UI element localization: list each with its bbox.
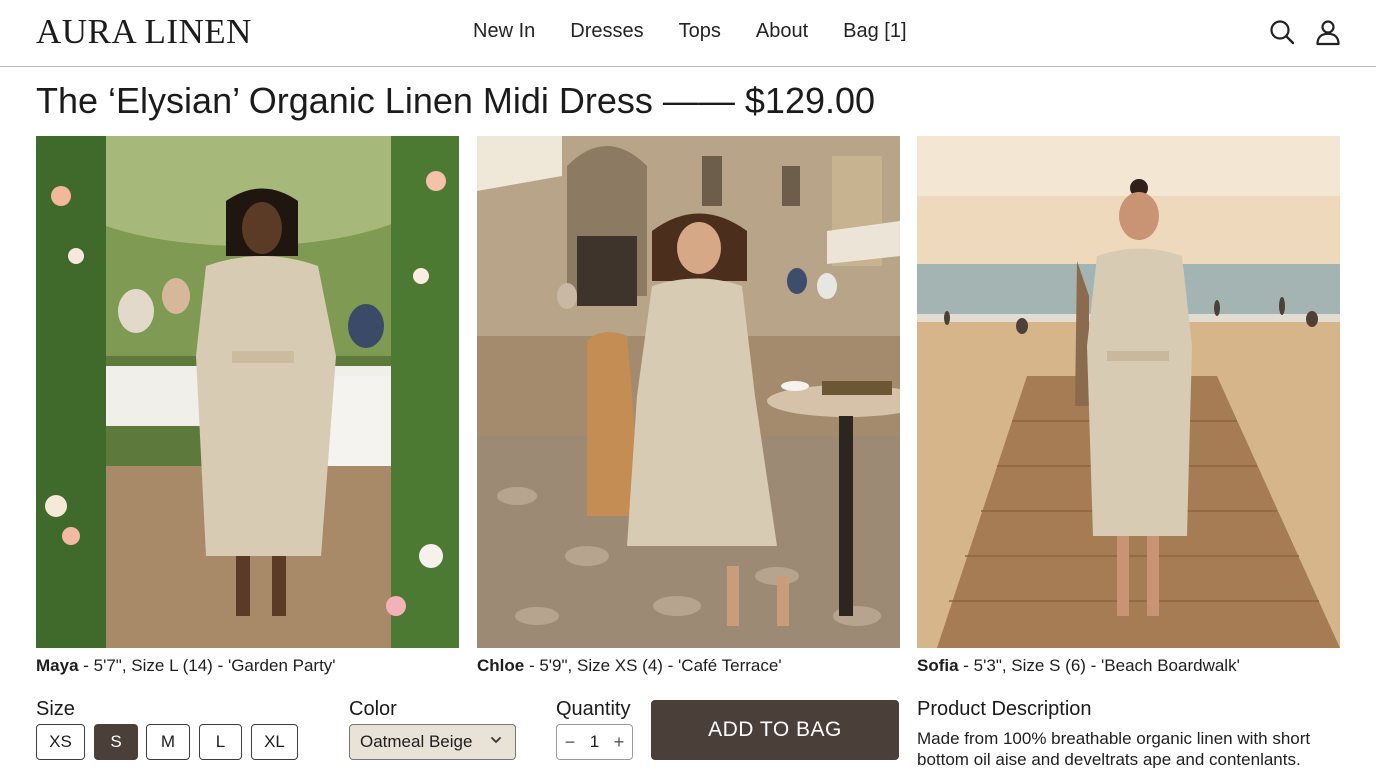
- size-option-xl[interactable]: XL: [251, 724, 298, 760]
- size-label: Size: [36, 698, 75, 720]
- caption-details: - 5'9", Size XS (4) - 'Café Terrace': [524, 656, 782, 675]
- color-select-value: Oatmeal Beige: [360, 732, 473, 751]
- product-photo-garden-party[interactable]: [36, 136, 459, 648]
- size-option-m[interactable]: M: [146, 724, 190, 760]
- color-label: Color: [349, 698, 397, 720]
- caption-model-name: Sofia: [917, 656, 959, 675]
- search-icon[interactable]: [1268, 18, 1296, 46]
- quantity-decrease-button[interactable]: −: [563, 732, 577, 753]
- caption-details: - 5'3", Size S (6) - 'Beach Boardwalk': [958, 656, 1240, 675]
- quantity-stepper: − 1 +: [556, 724, 633, 760]
- nav-item-new-in[interactable]: New In: [473, 20, 535, 43]
- brand-logo[interactable]: AURA LINEN: [36, 12, 252, 52]
- quantity-increase-button[interactable]: +: [612, 732, 626, 753]
- quantity-value[interactable]: 1: [590, 732, 599, 752]
- size-option-s[interactable]: S: [94, 724, 138, 760]
- product-photo-beach-boardwalk[interactable]: [917, 136, 1340, 648]
- add-to-bag-button[interactable]: ADD TO BAG: [651, 700, 899, 760]
- caption-model-name: Chloe: [477, 656, 525, 675]
- caption-model-name: Maya: [36, 656, 79, 675]
- quantity-label: Quantity: [556, 698, 631, 720]
- nav-item-dresses[interactable]: Dresses: [570, 20, 643, 43]
- photo-caption-3: Sofia - 5'3", Size S (6) - 'Beach Boardw…: [917, 656, 1240, 676]
- main-nav: New In Dresses Tops About Bag [1]: [473, 20, 942, 43]
- product-photo-cafe-terrace[interactable]: [477, 136, 900, 648]
- user-icon[interactable]: [1314, 18, 1342, 46]
- chevron-down-icon: [491, 737, 501, 743]
- nav-item-tops[interactable]: Tops: [679, 20, 721, 43]
- nav-item-bag[interactable]: Bag [1]: [843, 20, 906, 43]
- product-title: The ‘Elysian’ Organic Linen Midi Dress —…: [36, 80, 876, 121]
- site-header: AURA LINEN New In Dresses Tops About Bag…: [0, 0, 1376, 67]
- size-option-l[interactable]: L: [199, 724, 242, 760]
- photo-caption-2: Chloe - 5'9", Size XS (4) - 'Café Terrac…: [477, 656, 782, 676]
- caption-details: - 5'7", Size L (14) - 'Garden Party': [78, 656, 336, 675]
- nav-item-about[interactable]: About: [756, 20, 808, 43]
- size-option-xs[interactable]: XS: [36, 724, 85, 760]
- product-description-text: Made from 100% breathable organic linen …: [917, 729, 1311, 768]
- color-select[interactable]: Oatmeal Beige: [349, 724, 516, 760]
- photo-caption-1: Maya - 5'7", Size L (14) - 'Garden Party…: [36, 656, 336, 676]
- product-description-title: Product Description: [917, 698, 1092, 720]
